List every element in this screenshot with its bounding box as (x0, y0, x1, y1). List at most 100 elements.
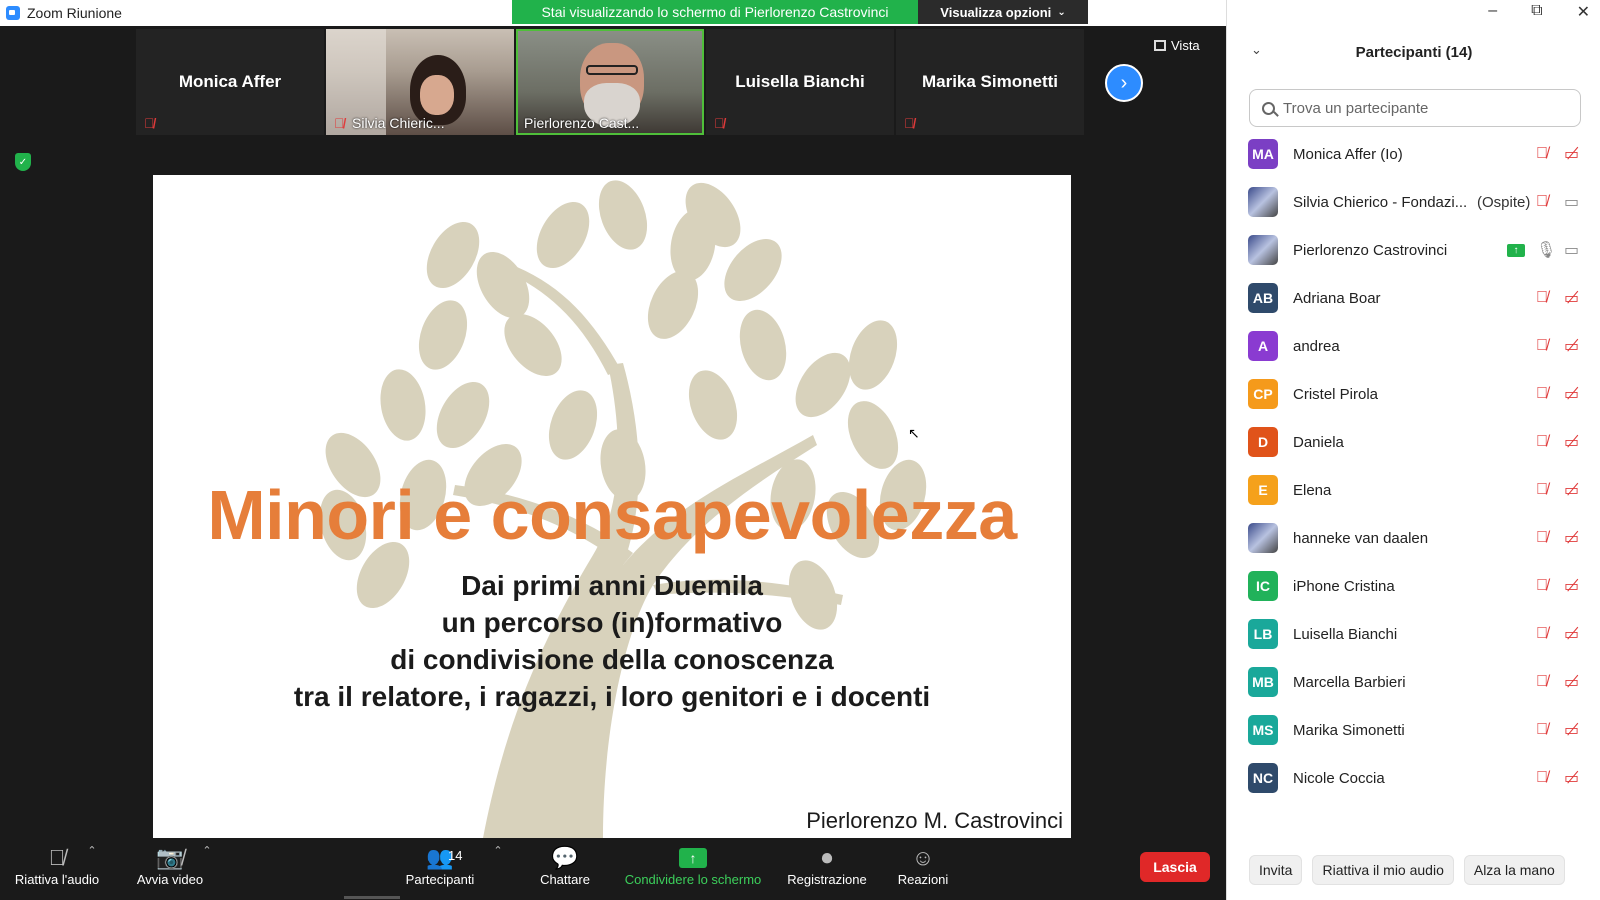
video-icon: ▭ (1564, 194, 1580, 211)
raise-hand-button[interactable]: Alza la mano (1463, 855, 1565, 885)
view-label: Vista (1171, 38, 1200, 53)
participant-row[interactable]: Aandrea 🎙̸ ▭̸ (1227, 322, 1600, 370)
panel-title: Partecipanti (14) (1355, 44, 1473, 61)
mic-muted-icon: 🎙̸ (1536, 481, 1548, 498)
zoom-window: Zoom Riunione Stai visualizzando lo sche… (0, 0, 1600, 900)
video-tile[interactable]: Luisella Bianchi 🎙̸ (706, 29, 894, 135)
slide-subtitle-line: tra il relatore, i ragazzi, i loro genit… (293, 681, 931, 712)
slide-title: Minori e consapevolezza (207, 476, 1017, 554)
view-options-button[interactable]: Visualizza opzioni ⌄ (918, 0, 1088, 24)
participant-row[interactable]: LB Luisella Bianchi 🎙̸ ▭̸ (1227, 610, 1600, 658)
share-screen-label: Condividere lo schermo (624, 872, 762, 887)
record-button[interactable]: ⏺ Registrazione (782, 844, 872, 887)
tile-name: Pierlorenzo Cast... (524, 115, 640, 131)
restore-icon[interactable]: ⧉ (1531, 2, 1542, 22)
participant-name: Elena (1293, 481, 1332, 499)
avatar: MA (1248, 139, 1278, 169)
leave-meeting-button[interactable]: Lascia (1140, 852, 1210, 882)
avatar: E (1248, 475, 1278, 505)
avatar: NC (1248, 763, 1278, 793)
view-button[interactable]: Vista (1154, 38, 1200, 53)
video-tile-active-speaker[interactable]: Pierlorenzo Cast... (516, 29, 704, 135)
leaf-shape (380, 369, 426, 441)
chevron-down-icon: ⌄ (1057, 6, 1066, 18)
leaf-shape (548, 390, 598, 460)
participant-name: Daniela (1293, 433, 1344, 451)
meeting-area: Monica Affer 🎙̸ 🎙̸ Silvia Chieric... Pie… (0, 26, 1226, 838)
video-off-icon: ▭̸ (1564, 530, 1580, 547)
video-off-icon: ▭̸ (1564, 722, 1580, 739)
window-title: Zoom Riunione (27, 5, 122, 21)
video-tile[interactable]: 🎙̸ Silvia Chieric... (326, 29, 514, 135)
video-off-icon: ▭̸ (1564, 770, 1580, 787)
start-video-button[interactable]: 📷̸ Avvia video (130, 844, 210, 887)
participant-row[interactable]: D Daniela 🎙̸ ▭̸ (1227, 418, 1600, 466)
invite-button[interactable]: Invita (1249, 855, 1303, 885)
record-label: Registrazione (787, 872, 867, 887)
close-icon[interactable]: ✕ (1577, 2, 1590, 22)
participant-row[interactable]: hanneke van daalen 🎙̸ ▭̸ (1227, 514, 1600, 562)
leaf-shape (476, 251, 530, 319)
encryption-shield-icon[interactable]: ✓ (15, 153, 31, 171)
video-off-icon: ▭̸ (1564, 146, 1580, 163)
participants-button[interactable]: 👥 14 Partecipanti (400, 844, 480, 887)
participant-search[interactable] (1249, 89, 1581, 127)
chat-button[interactable]: 💬 Chattare (535, 844, 595, 887)
view-options-label: Visualizza opzioni (940, 4, 1052, 20)
grid-icon (1154, 40, 1166, 51)
chevron-up-icon: ⌃ (493, 845, 503, 857)
participant-name: Nicole Coccia (1293, 769, 1385, 787)
mic-muted-icon: 🎙̸ (1536, 625, 1548, 642)
participant-name: Luisella Bianchi (1293, 625, 1398, 643)
avatar: D (1248, 427, 1278, 457)
reactions-button[interactable]: ☺ Reazioni (893, 844, 953, 887)
reactions-icon: ☺ (911, 845, 935, 870)
video-off-icon: ▭̸ (1564, 386, 1580, 403)
participant-row[interactable]: NC Nicole Coccia 🎙̸ ▭̸ (1227, 754, 1600, 802)
participant-row[interactable]: E Elena 🎙̸ ▭̸ (1227, 466, 1600, 514)
minimize-icon[interactable]: – (1488, 2, 1497, 22)
mic-muted-icon: 🎙̸ (1536, 385, 1548, 402)
window-controls: – ⧉ ✕ (1488, 2, 1590, 22)
mouse-cursor-icon: ↖ (908, 425, 920, 441)
video-off-icon: ▭̸ (1564, 338, 1580, 355)
participant-row[interactable]: CP Cristel Pirola 🎙̸ ▭̸ (1227, 370, 1600, 418)
mic-muted-icon: 🎙̸ (1536, 769, 1548, 786)
participant-name: Silvia Chierico - Fondazi... (1293, 193, 1468, 211)
participant-name: iPhone Cristina (1293, 577, 1395, 595)
video-off-icon: ▭̸ (1564, 434, 1580, 451)
video-tile[interactable]: Marika Simonetti 🎙̸ (896, 29, 1084, 135)
video-tile[interactable]: Monica Affer 🎙̸ (136, 29, 324, 135)
mic-muted-icon: 🎙̸ (1536, 529, 1548, 546)
avatar: IC (1248, 571, 1278, 601)
tile-name: Luisella Bianchi (735, 72, 865, 91)
record-icon: ⏺ (821, 845, 833, 870)
tile-name: Monica Affer (178, 72, 282, 91)
slide-subtitle-line: Dai primi anni Duemila (461, 570, 763, 601)
avatar: AB (1248, 283, 1278, 313)
mic-muted-icon: 🎙̸ (1536, 289, 1548, 306)
participant-row[interactable]: IC iPhone Cristina 🎙̸ ▭̸ (1227, 562, 1600, 610)
share-screen-button[interactable]: ↑ Condividere lo schermo (618, 844, 768, 887)
participant-row[interactable]: MS Marika Simonetti 🎙̸ ▭̸ (1227, 706, 1600, 754)
sharing-screen-icon: ↑ (1507, 243, 1525, 257)
avatar: MB (1248, 667, 1278, 697)
video-strip: Monica Affer 🎙̸ 🎙̸ Silvia Chieric... Pie… (136, 29, 1084, 135)
video-off-icon: ▭̸ (1564, 482, 1580, 499)
participant-row[interactable]: Pierlorenzo Castrovinci ↑ 🎙 ▭ (1227, 226, 1600, 274)
tile-name: Marika Simonetti (921, 72, 1059, 91)
participant-row[interactable]: MB Marcella Barbieri 🎙̸ ▭̸ (1227, 658, 1600, 706)
search-icon (1262, 101, 1275, 115)
next-page-button[interactable]: › (1105, 64, 1143, 102)
participant-row[interactable]: AB Adriana Boar 🎙̸ ▭̸ (1227, 274, 1600, 322)
slide-subtitle-line: di condivisione della conoscenza (390, 644, 834, 675)
avatar (1248, 235, 1278, 265)
unmute-me-button[interactable]: Riattiva il mio audio (1312, 855, 1454, 885)
participant-row[interactable]: MA Monica Affer (Io) 🎙̸ ▭̸ (1227, 130, 1600, 178)
guest-tag: (Ospite) (1477, 193, 1531, 211)
participant-search-input[interactable] (1283, 99, 1553, 117)
leaf-shape (598, 180, 648, 250)
screen-share-banner: Stai visualizzando lo schermo di Pierlor… (512, 0, 918, 24)
participant-row[interactable]: Silvia Chierico - Fondazi... (Ospite) 🎙̸ ▭ (1227, 178, 1600, 226)
avatar: CP (1248, 379, 1278, 409)
